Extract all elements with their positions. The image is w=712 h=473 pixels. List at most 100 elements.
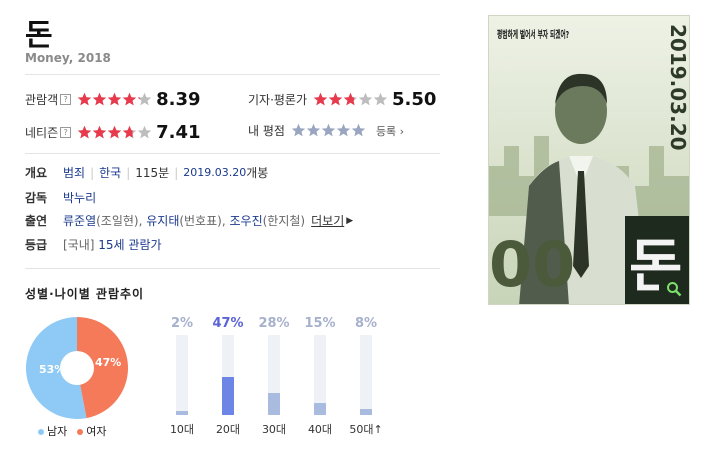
star-icon[interactable]: [336, 123, 351, 138]
register-rating-link[interactable]: 등록 ›: [376, 123, 404, 139]
age-column: 28% 30대: [256, 316, 292, 437]
my-stars[interactable]: [291, 123, 366, 138]
separator: |: [126, 165, 131, 180]
age-label: 40대: [307, 423, 333, 436]
star-icon: [107, 125, 122, 140]
cast-row: 출연 류준열 (조일현), 유지태 (번호표), 조우진 (한지철) 더보기 ▶: [25, 212, 353, 229]
cast-label: 출연: [25, 214, 48, 228]
age-percent: 28%: [258, 316, 290, 331]
audience-rating-label: 관람객: [25, 93, 59, 107]
star-icon: [313, 92, 328, 107]
cast-role: (조일현): [96, 214, 139, 228]
age-bar-track: [268, 335, 280, 415]
age-percent: 8%: [354, 316, 378, 331]
director-link[interactable]: 박누리: [63, 189, 96, 206]
star-icon: [107, 92, 122, 107]
gender-donut-chart: 53% 47%: [26, 317, 129, 419]
movie-title: 돈: [25, 18, 53, 53]
age-bar-track: [314, 335, 326, 415]
star-icon: [328, 92, 343, 107]
my-rating-label: 내 평점: [248, 124, 285, 138]
age-label: 20대: [215, 423, 241, 436]
poster-image: 00 평범하게 벌어서 부자 되겠어? 2019.03.20 돈: [489, 16, 690, 304]
separator: |: [174, 165, 179, 180]
age-label: 50대↑: [349, 423, 383, 436]
country-link[interactable]: 한국: [99, 164, 121, 181]
my-rating: 내 평점 등록 ›: [248, 122, 404, 139]
critic-rating-label: 기자·평론가: [248, 93, 308, 107]
audience-stars: [77, 92, 152, 107]
audience-trend-title: 성별·나이별 관람추이: [25, 287, 145, 301]
audience-rating: 관람객 ? 8.39: [25, 89, 201, 110]
grade-link[interactable]: 15세 관람가: [98, 236, 161, 253]
release-date-link[interactable]: 2019.03.20: [183, 166, 246, 179]
search-icon: [667, 282, 682, 297]
star-icon: [373, 92, 388, 107]
age-bar-fill: [314, 403, 326, 415]
grade-region: [국내]: [63, 238, 95, 252]
age-column: 2% 10대: [164, 316, 200, 437]
star-icon: [343, 92, 358, 107]
male-percent-label: 53%: [39, 363, 65, 376]
age-label: 10대: [169, 423, 195, 436]
genre-link[interactable]: 범죄: [63, 164, 85, 181]
age-column: 15% 40대: [302, 316, 338, 437]
age-bar-fill: [360, 409, 372, 415]
age-column: 8% 50대↑: [348, 316, 384, 437]
release-suffix: 개봉: [246, 166, 269, 180]
legend-dot: [77, 429, 84, 435]
netizen-score: 7.41: [156, 122, 201, 143]
age-bar-fill: [222, 377, 234, 415]
chevron-right-icon[interactable]: ▶: [346, 216, 353, 226]
critic-rating: 기자·평론가 5.50: [248, 89, 436, 110]
zoom-button[interactable]: [659, 274, 689, 304]
poster-number: 00: [489, 228, 575, 301]
divider: [25, 74, 440, 75]
age-percent: 47%: [212, 316, 244, 331]
cast-role: (한지철): [262, 214, 306, 228]
age-bar-track: [222, 335, 234, 415]
age-percent: 15%: [304, 316, 336, 331]
star-icon: [92, 92, 107, 107]
help-icon[interactable]: ?: [60, 94, 72, 105]
director-row: 감독 박누리: [25, 189, 96, 206]
female-percent-label: 47%: [95, 356, 121, 369]
gender-legend: 남자 여자: [38, 423, 107, 439]
legend-female: 여자: [77, 423, 107, 439]
cast-link[interactable]: 조우진: [230, 212, 263, 229]
more-cast-link[interactable]: 더보기: [311, 212, 344, 229]
age-bar-track: [176, 335, 188, 415]
critic-score: 5.50: [392, 89, 437, 110]
separator: ,: [221, 213, 230, 228]
cast-link[interactable]: 유지태: [146, 212, 179, 229]
netizen-rating: 네티즌 ? 7.41: [25, 122, 201, 143]
grade-label: 등급: [25, 238, 48, 252]
star-icon: [122, 92, 137, 107]
star-icon: [77, 125, 92, 140]
help-icon[interactable]: ?: [60, 127, 72, 138]
star-icon[interactable]: [321, 123, 336, 138]
runtime: 115분: [135, 166, 170, 180]
star-icon[interactable]: [306, 123, 321, 138]
poster-date: 2019.03.20: [666, 24, 690, 151]
cast-link[interactable]: 류준열: [63, 212, 96, 229]
director-label: 감독: [25, 191, 48, 205]
star-icon: [137, 92, 152, 107]
separator: |: [90, 165, 95, 180]
divider: [25, 268, 440, 269]
star-icon: [92, 125, 107, 140]
legend-dot: [38, 429, 44, 435]
overview-row: 개요 범죄 | 한국 | 115분 | 2019.03.20 개봉: [25, 164, 268, 181]
movie-poster[interactable]: 00 평범하게 벌어서 부자 되겠어? 2019.03.20 돈: [488, 15, 690, 305]
age-bar-fill: [176, 411, 188, 415]
netizen-stars: [77, 125, 152, 140]
star-icon[interactable]: [351, 123, 366, 138]
star-icon[interactable]: [291, 123, 306, 138]
age-bar-track: [360, 335, 372, 415]
poster-tagline: 평범하게 벌어서 부자 되겠어?: [497, 28, 569, 41]
cast-role: (번호표): [179, 214, 222, 228]
star-icon: [358, 92, 373, 107]
star-icon: [122, 125, 137, 140]
movie-subtitle: Money, 2018: [25, 51, 111, 65]
critic-stars: [313, 92, 388, 107]
